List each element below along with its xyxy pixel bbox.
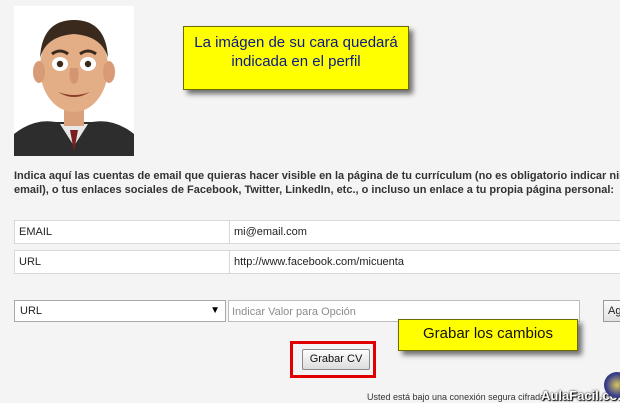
profile-photo-image: [14, 6, 134, 156]
column-divider: [229, 251, 230, 273]
contact-row-email: EMAIL mi@email.com: [14, 220, 620, 244]
chevron-down-icon: ▼: [210, 305, 220, 316]
contact-label: EMAIL: [19, 226, 53, 238]
option-type-select[interactable]: URL ▼: [14, 300, 226, 322]
contact-instructions: Indica aquí las cuentas de email que qui…: [14, 170, 620, 196]
column-divider: [229, 221, 230, 243]
contact-label: URL: [19, 256, 42, 268]
contact-row-url: URL http://www.facebook.com/micuenta: [14, 250, 620, 274]
contact-value[interactable]: mi@email.com: [234, 226, 307, 238]
photo-note-text: La imágen de su cara quedará indicada en…: [194, 34, 398, 70]
option-value-placeholder: Indicar Valor para Opción: [232, 306, 356, 318]
option-type-selected: URL: [20, 305, 43, 317]
photo-note-callout: La imágen de su cara quedará indicada en…: [183, 26, 409, 90]
contact-value[interactable]: http://www.facebook.com/micuenta: [234, 256, 404, 268]
add-option-button[interactable]: Ag: [603, 300, 620, 322]
save-cv-button[interactable]: Grabar CV: [302, 349, 370, 370]
save-note-text: Grabar los cambios: [422, 325, 554, 342]
save-note-callout: Grabar los cambios: [398, 319, 578, 351]
profile-photo: [14, 6, 134, 156]
secure-connection-note: Usted está bajo una conexión segura cifr…: [367, 392, 546, 402]
